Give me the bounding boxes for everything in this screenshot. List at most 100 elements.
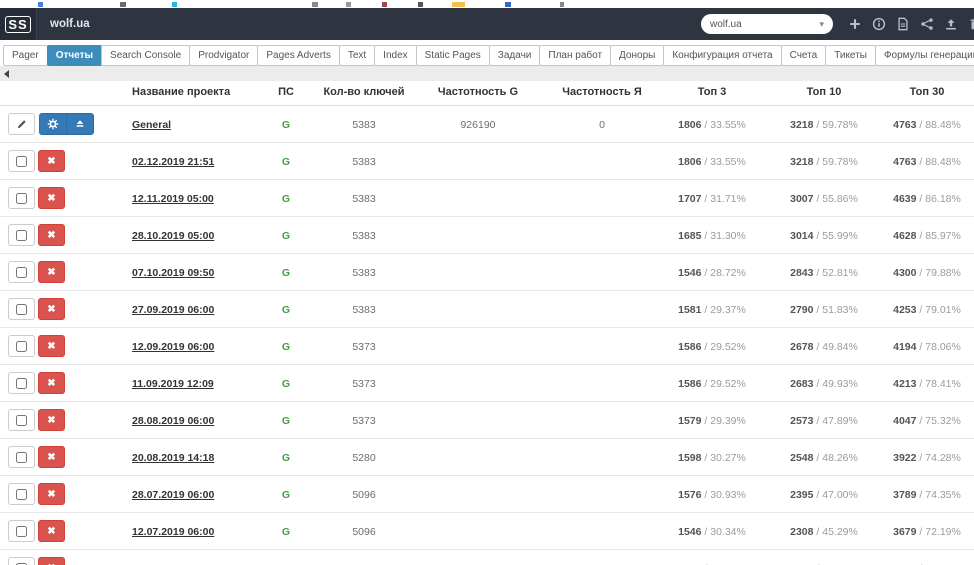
brand-link[interactable]: wolf.ua bbox=[50, 18, 90, 30]
plus-icon[interactable] bbox=[848, 17, 862, 31]
tab-index[interactable]: Index bbox=[374, 45, 417, 66]
tab-search-console[interactable]: Search Console bbox=[101, 45, 191, 66]
top10-cell: 2843 / 52.81% bbox=[768, 253, 880, 291]
info-icon[interactable] bbox=[872, 17, 886, 31]
delete-row-button[interactable]: ✖ bbox=[38, 224, 65, 246]
project-link[interactable]: 28.10.2019 05:00 bbox=[132, 230, 214, 242]
row-select-button[interactable] bbox=[8, 298, 35, 320]
favicon-sliver bbox=[505, 2, 511, 7]
row-checkbox[interactable] bbox=[16, 451, 27, 463]
favicon-sliver bbox=[418, 2, 423, 7]
tab-text[interactable]: Text bbox=[338, 45, 376, 66]
delete-row-button[interactable]: ✖ bbox=[38, 187, 65, 209]
row-select-button[interactable] bbox=[8, 261, 35, 283]
project-link[interactable]: 28.07.2019 06:00 bbox=[132, 489, 214, 501]
search-engine-label: G bbox=[281, 229, 291, 242]
project-link[interactable]: General bbox=[132, 119, 171, 131]
top3-percent: / 30.93% bbox=[701, 488, 746, 501]
row-checkbox[interactable] bbox=[16, 414, 27, 426]
tab-план-работ[interactable]: План работ bbox=[539, 45, 612, 66]
trash-icon[interactable] bbox=[968, 17, 974, 31]
project-link[interactable]: 20.08.2019 14:18 bbox=[132, 452, 214, 464]
row-select-button[interactable] bbox=[8, 150, 35, 172]
row-checkbox[interactable] bbox=[16, 340, 27, 352]
tab-задачи[interactable]: Задачи bbox=[488, 45, 541, 66]
top30-count: 4763 bbox=[893, 155, 917, 168]
top30-percent: / 79.88% bbox=[916, 266, 961, 279]
tab-отчеты[interactable]: Отчеты bbox=[46, 45, 103, 66]
tab-счета[interactable]: Счета bbox=[780, 45, 827, 66]
top3-count: 1546 bbox=[678, 525, 702, 538]
row-checkbox[interactable] bbox=[16, 266, 27, 278]
search-engine-label: G bbox=[281, 155, 291, 168]
tab-prodvigator[interactable]: Prodvigator bbox=[189, 45, 259, 66]
upload-button[interactable] bbox=[66, 113, 94, 135]
delete-row-button[interactable]: ✖ bbox=[38, 409, 65, 431]
row-select-button[interactable] bbox=[8, 483, 35, 505]
row-select-button[interactable] bbox=[8, 557, 35, 565]
delete-row-button[interactable]: ✖ bbox=[38, 150, 65, 172]
delete-row-button[interactable]: ✖ bbox=[38, 261, 65, 283]
top10-percent: / 55.99% bbox=[813, 229, 858, 242]
top30-count: 3789 bbox=[893, 488, 917, 501]
top10-percent: / 49.84% bbox=[813, 340, 858, 353]
upload-icon[interactable] bbox=[944, 17, 958, 31]
logo-icon: SS bbox=[5, 15, 31, 33]
settings-button[interactable] bbox=[39, 113, 67, 135]
project-link[interactable]: 11.09.2019 12:09 bbox=[132, 378, 214, 390]
reports-table: Название проекта ПС Кол-во ключей Частотнос… bbox=[0, 81, 974, 565]
row-checkbox[interactable] bbox=[16, 488, 27, 500]
row-select-button[interactable] bbox=[8, 187, 35, 209]
row-checkbox[interactable] bbox=[16, 155, 27, 167]
project-link[interactable]: 12.11.2019 05:00 bbox=[132, 193, 214, 205]
delete-row-button[interactable]: ✖ bbox=[38, 483, 65, 505]
delete-row-button[interactable]: ✖ bbox=[38, 557, 65, 565]
project-link[interactable]: 27.09.2019 06:00 bbox=[132, 304, 214, 316]
project-link[interactable]: 28.08.2019 06:00 bbox=[132, 415, 214, 427]
top3-cell: 1598 / 30.27% bbox=[656, 438, 768, 476]
row-select-button[interactable] bbox=[8, 446, 35, 468]
row-select-button[interactable] bbox=[8, 409, 35, 431]
top30-percent: / 75.32% bbox=[916, 414, 961, 427]
row-checkbox[interactable] bbox=[16, 229, 27, 241]
tab-формулы-генерации[interactable]: Формулы генерации bbox=[874, 45, 974, 66]
delete-row-button[interactable]: ✖ bbox=[38, 520, 65, 542]
top3-percent: / 29.52% bbox=[701, 377, 746, 390]
table-row: ✖ 28.08.2019 06:00 G 5373 1579 / 29.39% … bbox=[0, 401, 974, 439]
top3-cell: 1579 / 29.39% bbox=[656, 401, 768, 439]
project-link[interactable]: 07.10.2019 09:50 bbox=[132, 267, 214, 279]
row-select-button[interactable] bbox=[8, 372, 35, 394]
top10-count: 3218 bbox=[790, 118, 814, 131]
file-icon[interactable] bbox=[896, 17, 910, 31]
search-engine-label: G bbox=[281, 303, 291, 316]
edit-button[interactable] bbox=[8, 113, 35, 135]
table-row: General G 5383 926190 0 1806 / 33.55% 32… bbox=[0, 105, 974, 143]
scroll-left-icon[interactable] bbox=[4, 70, 9, 78]
table-row: ✖ 02.12.2019 21:51 G 5383 1806 / 33.55% … bbox=[0, 142, 974, 180]
row-checkbox[interactable] bbox=[16, 525, 27, 537]
app-logo[interactable]: SS bbox=[0, 8, 37, 40]
tab-pages-adverts[interactable]: Pages Adverts bbox=[257, 45, 340, 66]
tab-тикеты[interactable]: Тикеты bbox=[825, 45, 876, 66]
project-link[interactable]: 02.12.2019 21:51 bbox=[132, 156, 214, 168]
row-checkbox[interactable] bbox=[16, 377, 27, 389]
delete-row-button[interactable]: ✖ bbox=[38, 372, 65, 394]
delete-row-button[interactable]: ✖ bbox=[38, 446, 65, 468]
row-select-button[interactable] bbox=[8, 520, 35, 542]
share-icon[interactable] bbox=[920, 17, 934, 31]
project-select[interactable]: wolf.ua ▾ bbox=[701, 14, 833, 34]
tab-pager[interactable]: Pager bbox=[3, 45, 48, 66]
tab-доноры[interactable]: Доноры bbox=[610, 45, 665, 66]
tab-конфигурация-отчета[interactable]: Конфигурация отчета bbox=[663, 45, 782, 66]
delete-row-button[interactable]: ✖ bbox=[38, 298, 65, 320]
project-link[interactable]: 12.09.2019 06:00 bbox=[132, 341, 214, 353]
row-checkbox[interactable] bbox=[16, 192, 27, 204]
delete-row-button[interactable]: ✖ bbox=[38, 335, 65, 357]
row-checkbox[interactable] bbox=[16, 303, 27, 315]
row-select-button[interactable] bbox=[8, 335, 35, 357]
tab-static-pages[interactable]: Static Pages bbox=[415, 45, 490, 66]
column-header-1: ПС bbox=[252, 81, 320, 106]
project-link[interactable]: 12.07.2019 06:00 bbox=[132, 526, 214, 538]
search-engine-label: G bbox=[281, 340, 291, 353]
row-select-button[interactable] bbox=[8, 224, 35, 246]
